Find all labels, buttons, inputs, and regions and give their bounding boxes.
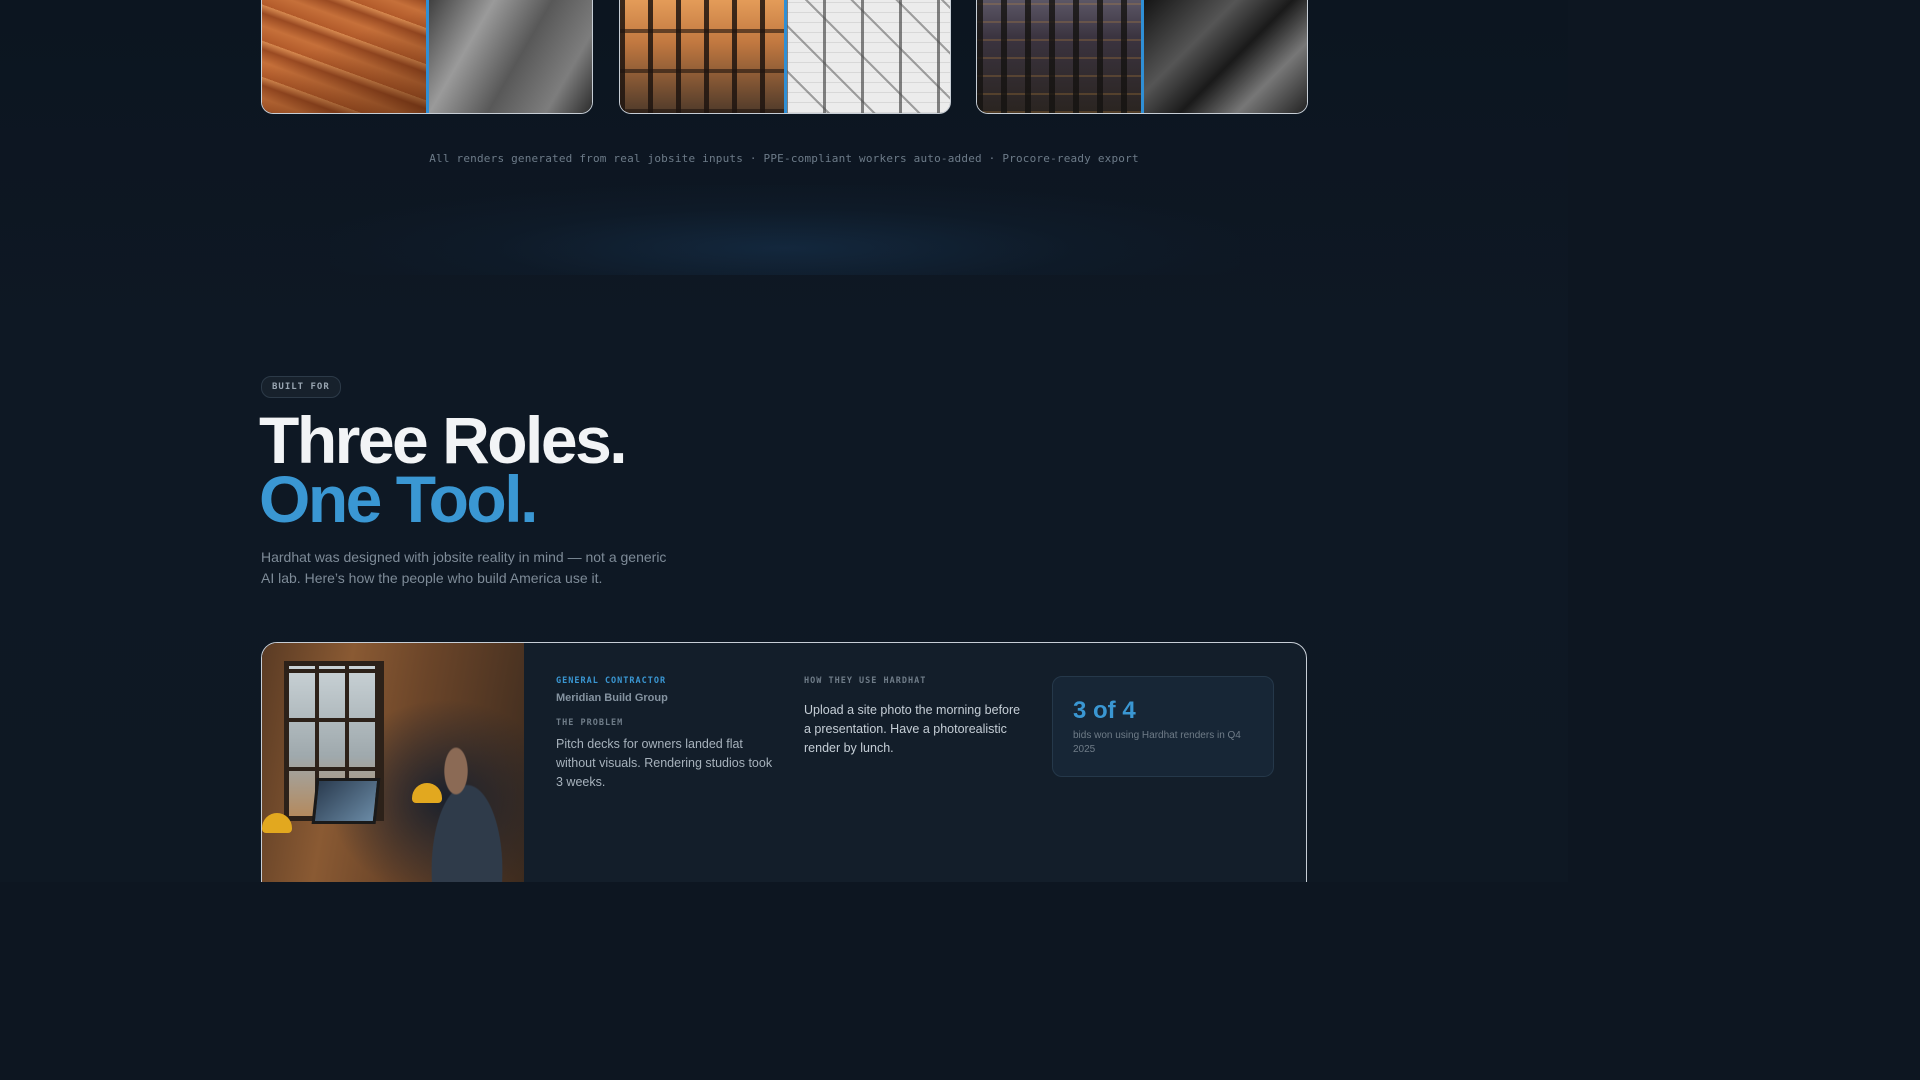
- laptop-illustration: [311, 778, 381, 824]
- comparison-slider-handle[interactable]: [784, 0, 787, 113]
- section-glow: [330, 185, 1240, 275]
- problem-text: Pitch decks for owners landed flat witho…: [556, 737, 773, 789]
- contractor-figure: [412, 738, 522, 882]
- gallery-card-city-build[interactable]: [976, 0, 1308, 114]
- company-name: Meridian Build Group: [556, 692, 668, 704]
- role-card-general-contractor[interactable]: GENERAL CONTRACTOR Meridian Build Group …: [261, 642, 1307, 882]
- usage-label: HOW THEY USE HARDHAT: [804, 676, 927, 686]
- built-for-badge: BUILT FOR: [261, 376, 341, 398]
- page: All renders generated from real jobsite …: [0, 0, 1568, 882]
- stat-value: 3 of 4: [1073, 697, 1136, 724]
- stat-box: 3 of 4 bids won using Hardhat renders in…: [1052, 676, 1274, 777]
- role-label: GENERAL CONTRACTOR: [556, 676, 667, 686]
- section-lede: Hardhat was designed with jobsite realit…: [261, 549, 667, 586]
- comparison-slider-handle[interactable]: [426, 0, 429, 113]
- problem-label: THE PROBLEM: [556, 718, 624, 728]
- gallery-card-steel-frame[interactable]: [619, 0, 951, 114]
- stat-description: bids won using Hardhat renders in Q4 202…: [1073, 730, 1241, 755]
- scaffold-tower-render: [1142, 0, 1307, 113]
- steel-frame-sketch-render: [785, 0, 950, 113]
- contractor-at-laptop-photo: [262, 643, 524, 882]
- gallery-card-excavation[interactable]: [261, 0, 593, 114]
- usage-text: Upload a site photo the morning before a…: [804, 703, 1021, 755]
- headline-line-2: One Tool.: [259, 462, 538, 536]
- section-headline: Three Roles. One Tool.: [259, 407, 628, 536]
- steel-frame-sunset-photo: [620, 0, 785, 113]
- excavation-render-grayscale: [427, 0, 592, 113]
- comparison-slider-handle[interactable]: [1141, 0, 1144, 113]
- gallery-caption: All renders generated from real jobsite …: [429, 152, 1139, 165]
- city-building-construction-photo: [977, 0, 1142, 113]
- excavation-site-photo: [262, 0, 427, 113]
